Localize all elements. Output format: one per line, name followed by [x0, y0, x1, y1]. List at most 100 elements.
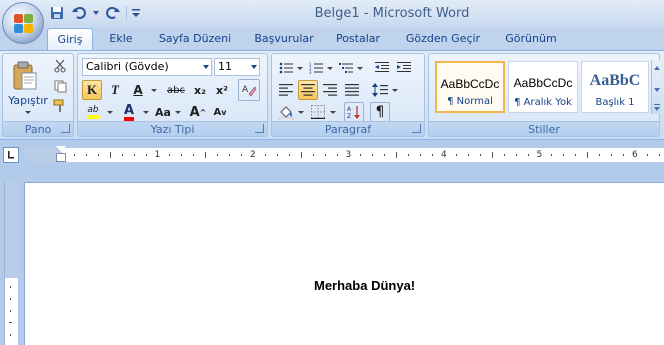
ruler-tick [623, 154, 625, 156]
tab-view[interactable]: Görünüm [500, 28, 562, 50]
strikethrough-button[interactable]: abc [164, 80, 188, 100]
bold-button[interactable]: K [82, 80, 102, 100]
show-formatting-marks-button[interactable]: ¶ [370, 102, 390, 122]
numbering-icon[interactable]: 123 [306, 58, 326, 78]
styles-scrollbar[interactable] [651, 60, 661, 114]
borders-dropdown-icon[interactable] [330, 111, 336, 114]
underline-dropdown-icon[interactable] [151, 89, 157, 92]
align-center-icon[interactable] [298, 80, 318, 100]
decrease-indent-icon[interactable] [372, 58, 392, 78]
ruler-tick [276, 154, 278, 156]
format-painter-icon[interactable] [51, 97, 69, 115]
paragraph-launcher-icon[interactable] [412, 124, 421, 133]
ruler-tick [336, 154, 338, 156]
ruler-tick [384, 154, 386, 156]
style-no-spacing[interactable]: AaBbCcDc ¶ Aralık Yok [508, 61, 578, 113]
font-color-button[interactable]: A [118, 102, 140, 122]
cut-icon[interactable] [51, 57, 69, 75]
change-case-dropdown-icon[interactable] [175, 111, 181, 114]
ruler-tick [193, 154, 195, 156]
numbering-dropdown-icon[interactable] [327, 67, 333, 70]
multilevel-dropdown-icon[interactable] [357, 67, 363, 70]
ruler-tick [288, 154, 290, 156]
ruler-tick [300, 152, 302, 158]
ruler-tick [205, 152, 207, 158]
increase-indent-icon[interactable] [394, 58, 414, 78]
ruler-tick [145, 154, 147, 156]
line-spacing-dropdown-icon[interactable] [392, 89, 398, 92]
subscript-button[interactable]: x₂ [190, 80, 210, 100]
multilevel-list-icon[interactable] [336, 58, 356, 78]
hanging-indent-marker[interactable] [56, 153, 66, 162]
ruler-number: 4 [441, 150, 447, 160]
ribbon-tabs: Giriş Ekle Sayfa Düzeni Başvurular Posta… [0, 28, 664, 51]
borders-icon[interactable] [308, 102, 328, 122]
tab-selector-icon[interactable] [3, 147, 19, 163]
style-normal[interactable]: AaBbCcDc ¶ Normal [435, 61, 505, 113]
svg-text:A: A [242, 85, 249, 95]
paste-button-label[interactable]: Yapıştır [3, 94, 53, 107]
align-right-icon[interactable] [320, 80, 340, 100]
font-launcher-icon[interactable] [255, 124, 264, 133]
font-name-combo[interactable]: Calibri (Gövde) [82, 58, 212, 76]
font-group-label: Yazı Tipi [78, 121, 267, 136]
grow-font-button[interactable]: A ^ [188, 102, 208, 122]
document-page[interactable] [24, 182, 664, 345]
font-size-combo[interactable]: 11 [214, 58, 260, 76]
style-heading-1[interactable]: AaBbC Başlık 1 [581, 61, 649, 113]
tab-insert[interactable]: Ekle [102, 28, 140, 50]
line-spacing-icon[interactable] [370, 80, 390, 100]
copy-icon[interactable] [51, 77, 69, 95]
ruler-area: 1 2 3 4 5 6 [0, 140, 664, 182]
ruler-tick [611, 154, 613, 156]
ruler-tick [133, 154, 135, 156]
highlight-dropdown-icon[interactable] [107, 111, 113, 114]
underline-button[interactable]: A [128, 80, 148, 100]
tab-review[interactable]: Gözden Geçir [402, 28, 484, 50]
ruler-tick [527, 154, 529, 156]
paste-icon[interactable] [9, 59, 41, 93]
ruler-tick [372, 154, 374, 156]
shading-icon[interactable] [276, 102, 296, 122]
ruler-tick [241, 154, 243, 156]
title-bar: Belge1 - Microsoft Word [0, 0, 664, 28]
tab-references[interactable]: Başvurular [250, 28, 318, 50]
tab-page-layout[interactable]: Sayfa Düzeni [156, 28, 234, 50]
tab-mailings[interactable]: Postalar [333, 28, 383, 50]
ruler-tick [97, 154, 99, 156]
bullets-icon[interactable] [276, 58, 296, 78]
office-button[interactable] [2, 2, 44, 44]
paste-dropdown-icon[interactable] [25, 111, 31, 114]
clipboard-launcher-icon[interactable] [61, 124, 70, 133]
shrink-font-button[interactable]: Av [210, 102, 230, 122]
ruler-tick [432, 154, 434, 156]
ruler-tick [646, 154, 648, 156]
bullets-dropdown-icon[interactable] [297, 67, 303, 70]
font-group: Calibri (Gövde) 11 K T A abc x₂ x² A ab … [77, 53, 268, 137]
justify-icon[interactable] [342, 80, 362, 100]
font-name-dropdown-icon[interactable] [203, 65, 209, 69]
ruler-tick [503, 154, 505, 156]
change-case-button[interactable]: Aa [152, 102, 174, 122]
ruler-number: 5 [536, 150, 543, 160]
font-size-dropdown-icon[interactable] [251, 65, 257, 69]
ruler-tick [264, 154, 266, 156]
align-left-icon[interactable] [276, 80, 296, 100]
svg-text:3: 3 [309, 70, 312, 74]
paragraph-group-label: Paragraf [272, 121, 424, 136]
horizontal-ruler[interactable]: 1 2 3 4 5 6 [25, 148, 664, 162]
tab-home[interactable]: Giriş [47, 28, 93, 51]
ruler-tick [455, 154, 457, 156]
document-text[interactable]: Merhaba Dünya! [314, 278, 415, 293]
shading-dropdown-icon[interactable] [298, 111, 304, 114]
superscript-button[interactable]: x² [212, 80, 232, 100]
italic-button[interactable]: T [105, 80, 125, 100]
highlight-button[interactable]: ab [82, 102, 104, 122]
office-logo-icon [14, 14, 34, 34]
font-color-dropdown-icon[interactable] [143, 111, 149, 114]
ruler-tick [515, 154, 517, 156]
sort-icon[interactable]: AZ [344, 102, 364, 122]
grow-font-label: A [189, 104, 200, 120]
first-line-indent-marker[interactable] [56, 146, 66, 152]
clear-formatting-icon[interactable]: A [238, 79, 260, 101]
